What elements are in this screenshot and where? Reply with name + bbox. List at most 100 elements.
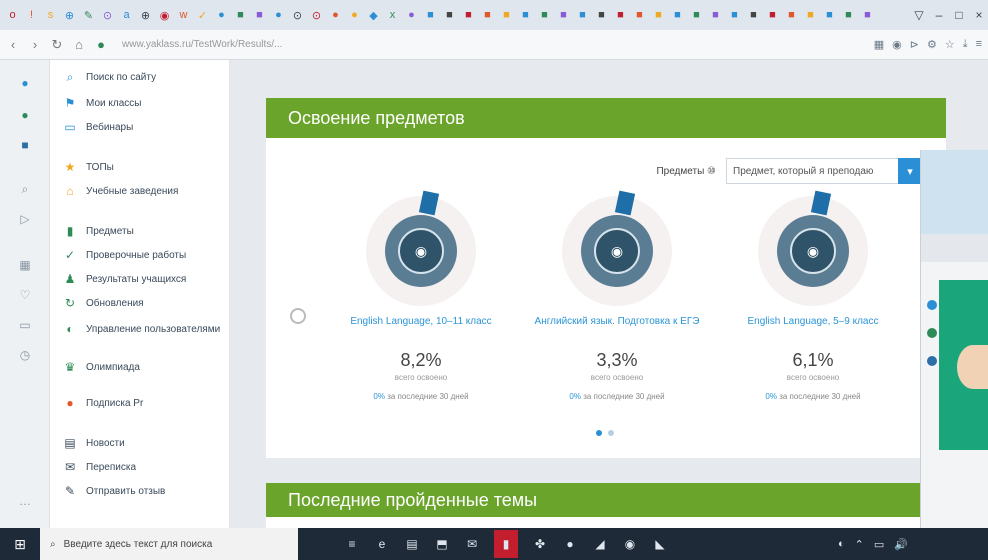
browser-tab-icon[interactable]: o	[4, 7, 21, 24]
carousel-dot[interactable]	[608, 430, 614, 436]
taskbar-app-icon[interactable]: ◢	[592, 536, 608, 552]
browser-tab-icon[interactable]: ■	[631, 7, 648, 24]
browser-tab-icon[interactable]: ■	[840, 7, 857, 24]
carousel-dot[interactable]	[596, 430, 602, 436]
browser-tab-icon[interactable]: !	[23, 7, 40, 24]
browser-tab-icon[interactable]: ●	[213, 7, 230, 24]
browser-tab-icon[interactable]: ■	[802, 7, 819, 24]
browser-tab-icon[interactable]: ■	[574, 7, 591, 24]
taskbar-app-icon[interactable]: ✉	[464, 536, 480, 552]
whatsapp-icon[interactable]: ●	[16, 106, 34, 124]
maximize-button[interactable]: □	[950, 8, 968, 22]
nav-item[interactable]: ↻ Обновления	[62, 296, 224, 312]
browser-tab-icon[interactable]: ■	[650, 7, 667, 24]
browser-tab-icon[interactable]: ■	[441, 7, 458, 24]
taskbar-app-icon[interactable]: ▤	[404, 536, 420, 552]
browser-tab-icon[interactable]: w	[175, 7, 192, 24]
browser-tab-icon[interactable]: ■	[517, 7, 534, 24]
course-card[interactable]: ◉ English Language, 5–9 класс 6,1% всего ос…	[718, 190, 908, 401]
taskbar-app-icon[interactable]: ⬒	[434, 536, 450, 552]
browser-tab-icon[interactable]: ■	[251, 7, 268, 24]
browser-tab-icon[interactable]: ■	[479, 7, 496, 24]
course-card[interactable]: ◉ Английский язык. Подготовка к ЕГЭ 3,3% вс…	[522, 190, 712, 401]
browser-tab-icon[interactable]: ■	[422, 7, 439, 24]
browser-tab-icon[interactable]: ✓	[194, 7, 211, 24]
browser-tab-icon[interactable]: ■	[745, 7, 762, 24]
url-field[interactable]: www.yaklass.ru/TestWork/Results/...	[116, 35, 866, 55]
home-icon[interactable]: ⌂	[72, 37, 86, 52]
messenger-icon[interactable]: ●	[16, 74, 34, 92]
second-browser-window[interactable]	[920, 150, 988, 560]
browser-tab-icon[interactable]: ■	[498, 7, 515, 24]
nav-item[interactable]: ★ ТОПы	[62, 160, 224, 176]
browser-tab-icon[interactable]: ●	[346, 7, 363, 24]
tray-icon[interactable]: ⌃	[855, 538, 864, 551]
minimize-button[interactable]: –	[930, 8, 948, 22]
browser-tab-icon[interactable]: ■	[232, 7, 249, 24]
browser-tab-icon[interactable]: ●	[403, 7, 420, 24]
settings-icon[interactable]: ⚙	[927, 38, 937, 51]
subject-select[interactable]: Предмет, который я преподаю ▾	[726, 158, 922, 184]
browser-tab-icon[interactable]: ■	[688, 7, 705, 24]
menu-icon[interactable]: ≡	[976, 38, 982, 51]
vk-icon[interactable]: ■	[16, 136, 34, 154]
minimize-list-icon[interactable]: ▽	[910, 8, 928, 22]
browser-tab-icon[interactable]: a	[118, 7, 135, 24]
browser-tab-icon[interactable]: ■	[460, 7, 477, 24]
course-title[interactable]: English Language, 5–9 класс	[718, 316, 908, 342]
nav-item[interactable]: ⚑ Мои классы	[62, 96, 224, 112]
browser-tab-icon[interactable]: ■	[859, 7, 876, 24]
browser-tab-icon[interactable]: ■	[555, 7, 572, 24]
close-button[interactable]: ×	[970, 8, 988, 22]
browser-tab-icon[interactable]: ■	[764, 7, 781, 24]
browser-tab-icon[interactable]: ◉	[156, 7, 173, 24]
course-card[interactable]: ◉ English Language, 10–11 класс 8,2% всего …	[326, 190, 516, 401]
browser-tab-icon[interactable]: ⊙	[99, 7, 116, 24]
nav-item[interactable]: ♟ Результаты учащихся	[62, 272, 224, 288]
browser-tab-icon[interactable]: ◆	[365, 7, 382, 24]
taskbar-app-icon[interactable]: ≡	[344, 536, 360, 552]
browser-tab-icon[interactable]: ⊙	[289, 7, 306, 24]
nav-item[interactable]: ● Подписка Pr	[62, 396, 224, 412]
window-icon[interactable]: ▭	[16, 316, 34, 334]
nav-item[interactable]: ✉ Переписка	[62, 460, 224, 476]
nav-item[interactable]: ♛ Олимпиада	[62, 360, 224, 376]
nav-item[interactable]: ✓ Проверочные работы	[62, 248, 224, 264]
taskbar-app-icon[interactable]: ✤	[532, 536, 548, 552]
forward-icon[interactable]: ›	[28, 37, 42, 52]
course-title[interactable]: English Language, 10–11 класс	[326, 316, 516, 342]
browser-tab-icon[interactable]: ■	[821, 7, 838, 24]
heart-icon[interactable]: ♡	[16, 286, 34, 304]
tray-icon[interactable]: ▭	[874, 538, 884, 551]
chevron-down-icon[interactable]: ▾	[898, 158, 922, 184]
taskbar-search[interactable]: ⌕ Введите здесь текст для поиска	[40, 528, 298, 560]
download-icon[interactable]: ⤓	[963, 38, 968, 51]
browser-tab-icon[interactable]: ■	[593, 7, 610, 24]
nav-item[interactable]: ▤ Новости	[62, 436, 224, 452]
taskbar-app-icon[interactable]: ▮	[494, 530, 518, 558]
course-title[interactable]: Английский язык. Подготовка к ЕГЭ	[522, 316, 712, 342]
search-side-icon[interactable]: ⌕	[16, 180, 34, 198]
browser-tab-icon[interactable]: ■	[536, 7, 553, 24]
taskbar-app-icon[interactable]: e	[374, 536, 390, 552]
clock-icon[interactable]: ◷	[16, 346, 34, 364]
tray-icon[interactable]: ◐	[838, 538, 845, 551]
nav-item[interactable]: ⌂ Учебные заведения	[62, 184, 224, 200]
nav-item[interactable]: ▭ Вебинары	[62, 120, 224, 136]
taskbar-app-icon[interactable]: ◉	[622, 536, 638, 552]
play-icon[interactable]: ▷	[16, 210, 34, 228]
browser-tab-icon[interactable]: ■	[783, 7, 800, 24]
carousel-prev-button[interactable]	[290, 308, 306, 324]
browser-tab-icon[interactable]: s	[42, 7, 59, 24]
back-icon[interactable]: ‹	[6, 37, 20, 52]
browser-tab-icon[interactable]: ●	[327, 7, 344, 24]
browser-tab-icon[interactable]: ⊕	[61, 7, 78, 24]
more-icon[interactable]: …	[16, 492, 34, 510]
browser-tab-icon[interactable]: ■	[669, 7, 686, 24]
browser-tab-icon[interactable]: ⊕	[137, 7, 154, 24]
browser-tab-icon[interactable]: ■	[707, 7, 724, 24]
browser-tab-icon[interactable]: ⊙	[308, 7, 325, 24]
browser-tab-icon[interactable]: ✎	[80, 7, 97, 24]
share-icon[interactable]: ⊳	[910, 38, 919, 51]
bookmark-icon[interactable]: ◉	[892, 38, 902, 51]
